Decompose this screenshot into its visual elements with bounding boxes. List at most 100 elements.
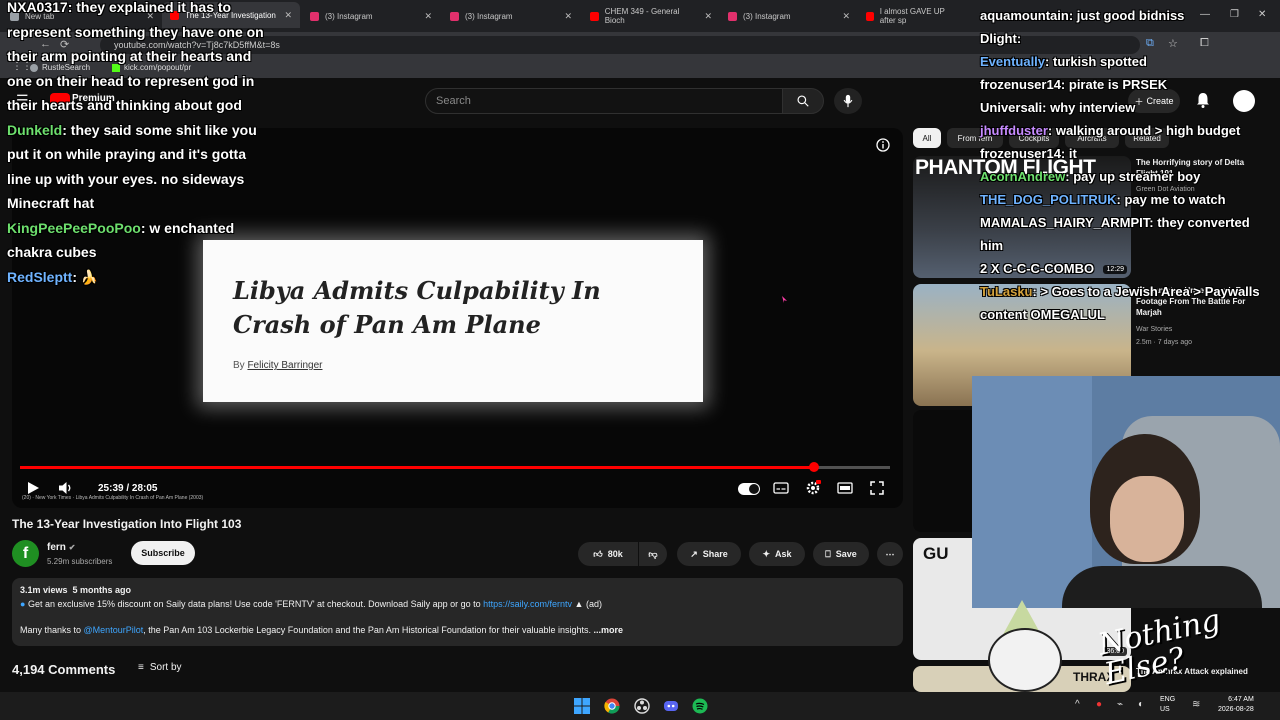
chat-text: turkish spotted bbox=[1052, 54, 1147, 69]
account-avatar[interactable] bbox=[1233, 90, 1255, 112]
ask-button[interactable]: ✦ Ask bbox=[749, 542, 805, 566]
share-button[interactable]: ↗ Share bbox=[677, 542, 741, 566]
obs-icon[interactable] bbox=[633, 697, 651, 715]
tray-usb-icon[interactable]: ⌁ bbox=[1117, 699, 1123, 710]
description-line: Many thanks to @MentourPilot, the Pan Am… bbox=[20, 625, 623, 635]
description-box[interactable] bbox=[12, 578, 903, 646]
chat-message: AcornAndrew: pay up streamer boy bbox=[980, 165, 1200, 188]
show-more-link[interactable]: ...more bbox=[594, 625, 624, 635]
volume-icon[interactable] bbox=[58, 481, 74, 495]
chat-message: KingPeePeePooPoo: w enchanted bbox=[7, 216, 234, 240]
spotify-icon[interactable] bbox=[691, 697, 709, 715]
bookmark-star-icon[interactable]: ☆ bbox=[1168, 37, 1178, 50]
close-tab-icon[interactable]: ✕ bbox=[564, 11, 572, 22]
autoplay-toggle[interactable] bbox=[738, 483, 760, 495]
tab-instagram[interactable]: (3) Instagram ✕ bbox=[720, 6, 858, 26]
chapter-label[interactable]: (20) · New York Times · Libya Admits Cul… bbox=[22, 495, 203, 501]
chat-username[interactable]: KingPeePeePooPoo bbox=[7, 220, 141, 236]
tray-chevron-up-icon[interactable]: ^ bbox=[1075, 699, 1080, 710]
chat-text: 🍌 bbox=[80, 268, 99, 285]
more-actions-button[interactable]: ⋯ bbox=[877, 542, 903, 566]
tab-instagram[interactable]: (3) Instagram ✕ bbox=[442, 6, 580, 26]
chat-message: content OMEGALUL bbox=[980, 303, 1105, 326]
tab-youtube[interactable]: I almost GAVE UP after sp bbox=[858, 6, 968, 26]
save-button[interactable]: ⎕ Save bbox=[813, 542, 869, 566]
close-tab-icon[interactable]: ✕ bbox=[842, 11, 850, 22]
minimize-icon[interactable]: — bbox=[1200, 9, 1210, 20]
extension-icon[interactable]: ⧉ bbox=[1146, 37, 1154, 50]
close-window-icon[interactable]: ✕ bbox=[1258, 9, 1266, 20]
close-tab-icon[interactable]: ✕ bbox=[704, 11, 712, 22]
fullscreen-icon[interactable] bbox=[869, 480, 885, 496]
like-button[interactable]: 👍︎ 80k bbox=[578, 542, 638, 566]
plus-icon: ＋ bbox=[1134, 96, 1144, 107]
chat-username[interactable]: aquamountain bbox=[980, 8, 1069, 23]
search-input[interactable]: Search bbox=[425, 88, 783, 114]
system-clock[interactable]: 6:47 AM 2026-08-28 bbox=[1218, 695, 1254, 715]
chat-text: just good bidniss bbox=[1076, 8, 1185, 23]
extensions-puzzle-icon[interactable]: ⧠ bbox=[1200, 37, 1209, 50]
channel-name[interactable]: fern ✔ bbox=[47, 542, 75, 553]
chat-username[interactable]: frozenuser14 bbox=[980, 77, 1061, 92]
chat-username[interactable]: jhuffduster bbox=[980, 123, 1048, 138]
globe-icon: ● bbox=[20, 599, 26, 609]
more-horizontal-icon: ⋯ bbox=[885, 548, 895, 559]
tab-chem-349[interactable]: CHEM 349 - General Bioch ✕ bbox=[582, 6, 720, 26]
description-link[interactable]: https://saily.com/ferntv bbox=[483, 599, 572, 609]
subscribe-button[interactable]: Subscribe bbox=[131, 541, 195, 565]
tab-label: (3) Instagram bbox=[743, 11, 791, 21]
subscriber-count: 5.29m subscribers bbox=[47, 557, 113, 566]
chip-all[interactable]: All bbox=[913, 128, 941, 148]
chat-username[interactable]: MAMALAS_HAIRY_ARMPIT bbox=[980, 215, 1149, 230]
channel-avatar[interactable]: f bbox=[12, 540, 39, 567]
chrome-icon[interactable] bbox=[603, 697, 621, 715]
chat-username[interactable]: frozenuser14 bbox=[980, 146, 1061, 161]
progress-fill bbox=[20, 466, 815, 469]
chat-username[interactable]: Dunkeld bbox=[7, 122, 62, 138]
chat-text: why interview bbox=[1050, 100, 1136, 115]
settings-gear-icon[interactable] bbox=[805, 480, 821, 496]
close-tab-icon[interactable]: ✕ bbox=[424, 11, 432, 22]
subtitles-icon[interactable] bbox=[773, 480, 789, 496]
tab-instagram[interactable]: (3) Instagram ✕ bbox=[302, 6, 440, 26]
language-indicator[interactable]: ENG US bbox=[1160, 695, 1175, 715]
chat-username[interactable]: Universali bbox=[980, 100, 1042, 115]
voice-search-button[interactable] bbox=[834, 88, 862, 114]
mention-link[interactable]: @MentourPilot bbox=[84, 625, 144, 635]
youtube-favicon-icon bbox=[866, 11, 874, 21]
chat-message: frozenuser14: it bbox=[980, 142, 1077, 165]
play-icon[interactable] bbox=[26, 481, 40, 495]
chat-message: line up with your eyes. no sideways bbox=[7, 167, 244, 191]
maximize-icon[interactable]: ❐ bbox=[1230, 9, 1239, 20]
info-icon[interactable] bbox=[876, 138, 890, 152]
chat-username[interactable]: AcornAndrew bbox=[980, 169, 1065, 184]
close-tab-icon[interactable]: ✕ bbox=[284, 10, 292, 21]
progress-bar[interactable] bbox=[20, 462, 890, 472]
chat-username[interactable]: Dlight bbox=[980, 31, 1017, 46]
chat-message: MAMALAS_HAIRY_ARMPIT: they converted bbox=[980, 211, 1250, 234]
chat-username[interactable]: TuLasku bbox=[980, 284, 1033, 299]
notifications-button[interactable] bbox=[1196, 92, 1210, 113]
chat-username[interactable]: THE_DOG_POLITRUK bbox=[980, 192, 1117, 207]
byline-author: Felicity Barringer bbox=[247, 360, 323, 371]
share-arrow-icon: ↗ bbox=[690, 548, 698, 559]
tab-label: (3) Instagram bbox=[325, 11, 373, 21]
chat-separator: : bbox=[1060, 146, 1069, 161]
wifi-icon[interactable]: ≋ bbox=[1192, 699, 1200, 710]
chat-text: walking around > high budget bbox=[1055, 123, 1241, 138]
sort-comments-button[interactable]: ≡ Sort by bbox=[138, 662, 182, 673]
windows-start-icon[interactable] bbox=[573, 697, 591, 715]
search-button[interactable] bbox=[782, 88, 824, 114]
discord-icon[interactable] bbox=[662, 697, 680, 715]
tray-app-icon[interactable]: ● bbox=[1096, 699, 1102, 710]
chat-text: their arm pointing at their hearts and bbox=[7, 48, 252, 64]
chat-username[interactable]: RedSleptt bbox=[7, 269, 72, 285]
chat-separator: : bbox=[1047, 123, 1056, 138]
tray-speaker-icon[interactable]: ◐ bbox=[1138, 699, 1144, 710]
chat-separator: : bbox=[1016, 31, 1022, 46]
dislike-button[interactable]: 👎︎ bbox=[639, 542, 667, 566]
view-stats: 3.1m views 5 months ago bbox=[20, 585, 131, 595]
miniplayer-icon[interactable] bbox=[837, 480, 853, 496]
chat-username[interactable]: NXA0317 bbox=[7, 0, 68, 15]
chat-username[interactable]: Eventually bbox=[980, 54, 1045, 69]
